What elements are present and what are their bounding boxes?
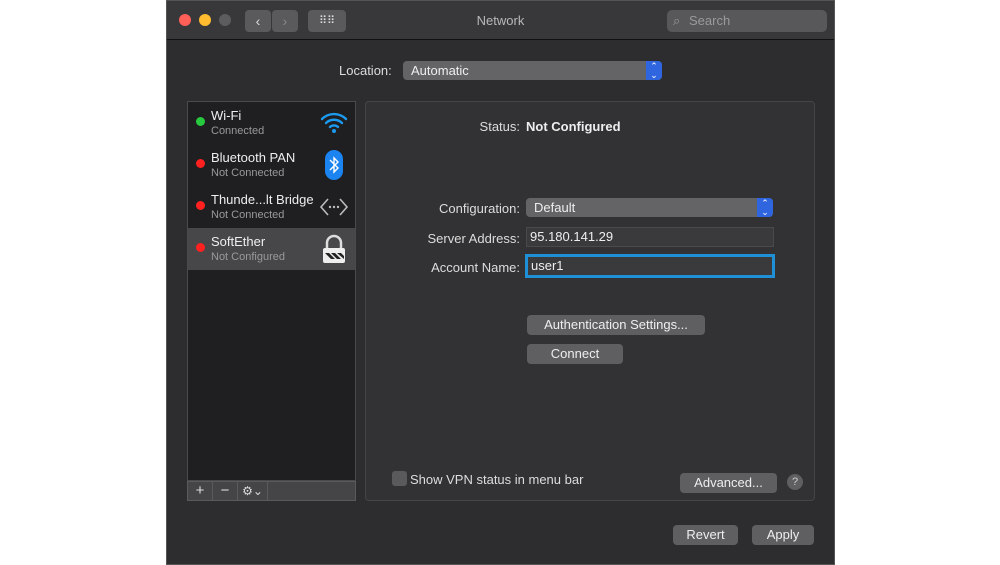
lock-icon [319,234,349,264]
show-vpn-checkbox[interactable] [392,471,407,486]
server-address-label: Server Address: [427,231,521,246]
service-item[interactable]: Bluetooth PAN Not Connected [188,144,355,186]
status-dot [196,243,205,252]
service-status: Not Configured [211,251,285,263]
connect-button[interactable]: Connect [527,344,623,364]
thunderbolt-bridge-icon [319,192,349,222]
service-name: Bluetooth PAN [211,150,296,165]
service-list: Wi-Fi Connected Bluetooth PAN Not Connec… [187,101,356,481]
status-dot [196,201,205,210]
configuration-label: Configuration: [439,201,520,216]
service-status: Not Connected [211,167,285,179]
apply-button[interactable]: Apply [752,525,814,545]
bluetooth-icon [319,150,349,180]
service-name: Wi-Fi [211,108,242,123]
service-list-toolbar: + − ⚙⌄ [187,481,356,501]
status-dot [196,117,205,126]
service-item[interactable]: SoftEther Not Configured [188,228,355,270]
updown-chevron-icon: ⌃ ⌄ [757,198,773,217]
account-name-field[interactable]: user1 [525,254,775,278]
location-popup[interactable]: Automatic ⌃ ⌄ [403,61,662,80]
network-window: ‹ › ⠿⠿ Network ⌕ Search Location: Automa… [166,0,835,565]
show-vpn-label: Show VPN status in menu bar [410,472,584,487]
service-item[interactable]: Thunde...lt Bridge Not Connected [188,186,355,228]
advanced-button[interactable]: Advanced... [680,473,777,493]
configuration-value: Default [534,200,576,215]
status-value: Not Configured [526,119,621,134]
search-placeholder: Search [689,13,731,28]
account-name-label: Account Name: [431,260,520,275]
location-label: Location: [339,63,392,78]
gear-menu-button[interactable]: ⚙⌄ [238,482,268,500]
help-button[interactable]: ? [787,474,803,490]
location-value: Automatic [411,63,469,78]
status-dot [196,159,205,168]
revert-button[interactable]: Revert [673,525,738,545]
service-status: Connected [211,125,265,137]
wifi-icon [319,108,349,138]
updown-chevron-icon: ⌃ ⌄ [646,61,662,80]
search-input[interactable]: ⌕ Search [667,10,827,32]
service-item[interactable]: Wi-Fi Connected [188,102,355,144]
authentication-settings-button[interactable]: Authentication Settings... [527,315,705,335]
search-icon: ⌕ [673,13,681,28]
service-status: Not Connected [211,209,285,221]
remove-service-button[interactable]: − [213,482,238,500]
service-name: Thunde...lt Bridge [211,192,314,207]
titlebar: ‹ › ⠿⠿ Network ⌕ Search [167,1,834,40]
detail-panel: Status: Not Configured Configuration: De… [365,101,815,501]
configuration-popup[interactable]: Default ⌃ ⌄ [526,198,773,217]
status-label: Status: [479,119,520,134]
add-service-button[interactable]: + [188,482,213,500]
service-name: SoftEther [211,234,266,249]
server-address-field[interactable]: 95.180.141.29 [526,227,774,247]
